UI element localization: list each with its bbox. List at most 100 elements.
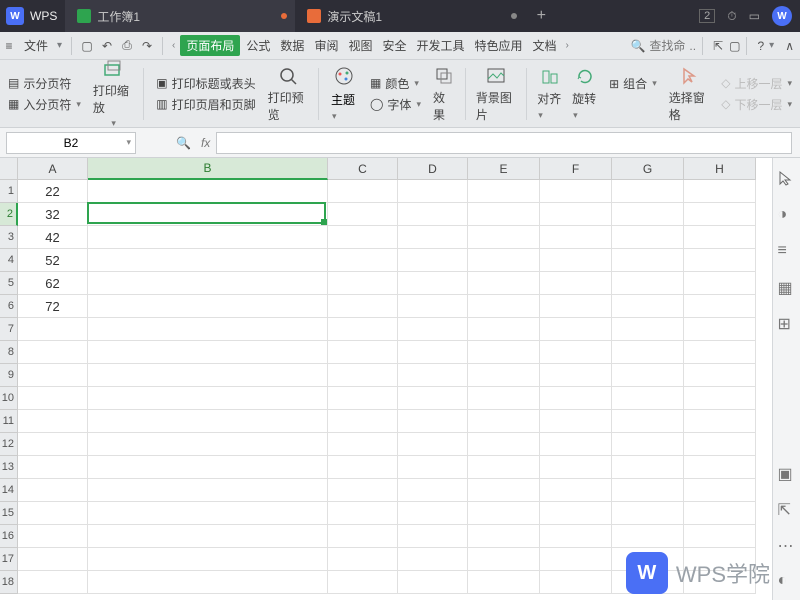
cell[interactable] [328, 479, 398, 502]
cell[interactable] [468, 548, 540, 571]
formula-input[interactable] [216, 132, 792, 154]
cell[interactable] [612, 341, 684, 364]
fx-preview-icon[interactable]: 🔍 [176, 136, 191, 150]
cell[interactable] [398, 364, 468, 387]
print-icon[interactable]: ⎙ [118, 37, 136, 55]
cell[interactable] [612, 387, 684, 410]
cell[interactable] [398, 341, 468, 364]
redo-icon[interactable]: ↷ [138, 37, 156, 55]
menu-security[interactable]: 安全 [378, 35, 410, 56]
box-icon[interactable]: ▢ [729, 39, 740, 53]
cell[interactable] [540, 249, 612, 272]
row-header-8[interactable]: 8 [0, 341, 18, 364]
cell[interactable] [398, 410, 468, 433]
cell[interactable] [540, 410, 612, 433]
cell[interactable] [540, 364, 612, 387]
cell[interactable] [612, 295, 684, 318]
cell[interactable] [540, 203, 612, 226]
cell[interactable] [684, 295, 756, 318]
gallery-icon[interactable]: ▣ [778, 464, 796, 482]
cell[interactable] [88, 456, 328, 479]
fonts-button[interactable]: ◯字体▾ [370, 96, 421, 113]
cell[interactable] [468, 203, 540, 226]
rotate-button[interactable]: 旋转▾ [570, 66, 599, 121]
menu-devtools[interactable]: 开发工具 [412, 35, 468, 56]
cell[interactable] [328, 571, 398, 594]
row-header-5[interactable]: 5 [0, 272, 18, 295]
cell[interactable] [684, 548, 756, 571]
row-header-7[interactable]: 7 [0, 318, 18, 341]
row-header-10[interactable]: 10 [0, 387, 18, 410]
row-header-18[interactable]: 18 [0, 571, 18, 594]
cell[interactable] [18, 502, 88, 525]
cell[interactable] [18, 318, 88, 341]
selection-pane-button[interactable]: 选择窗格 [667, 65, 712, 123]
cell[interactable] [328, 318, 398, 341]
col-header-A[interactable]: A [18, 158, 88, 180]
cell[interactable] [18, 525, 88, 548]
cell[interactable] [328, 456, 398, 479]
row-header-16[interactable]: 16 [0, 525, 18, 548]
export-icon[interactable]: ⇱ [778, 500, 796, 518]
col-header-C[interactable]: C [328, 158, 398, 180]
chevron-left-icon[interactable]: ‹ [169, 40, 178, 51]
cell[interactable] [328, 410, 398, 433]
cell[interactable] [88, 502, 328, 525]
cell[interactable]: 72 [18, 295, 88, 318]
theme-button[interactable]: 主题▾ [327, 65, 360, 122]
cell[interactable] [18, 479, 88, 502]
cell[interactable] [468, 249, 540, 272]
cell[interactable] [468, 456, 540, 479]
cell[interactable] [328, 433, 398, 456]
cell[interactable] [684, 502, 756, 525]
cell[interactable] [398, 548, 468, 571]
window-counter[interactable]: 2 [699, 9, 715, 23]
cell[interactable] [468, 410, 540, 433]
menu-view[interactable]: 视图 [344, 35, 376, 56]
cell[interactable] [684, 571, 756, 594]
cell[interactable] [540, 318, 612, 341]
cell[interactable] [88, 203, 328, 226]
cell[interactable] [468, 433, 540, 456]
row-header-6[interactable]: 6 [0, 295, 18, 318]
cursor-icon[interactable] [778, 170, 796, 188]
cell[interactable] [328, 249, 398, 272]
print-titles-button[interactable]: ▣打印标题或表头 [156, 75, 255, 92]
cell[interactable]: 62 [18, 272, 88, 295]
cell[interactable] [398, 525, 468, 548]
cell[interactable] [540, 479, 612, 502]
cell[interactable] [398, 226, 468, 249]
cell[interactable] [540, 341, 612, 364]
cell[interactable] [88, 249, 328, 272]
cell[interactable] [398, 479, 468, 502]
cell[interactable] [684, 249, 756, 272]
cell[interactable] [328, 203, 398, 226]
cell[interactable] [540, 548, 612, 571]
fx-label[interactable]: fx [201, 136, 210, 150]
cell[interactable] [684, 364, 756, 387]
cell[interactable] [468, 318, 540, 341]
cell[interactable] [398, 387, 468, 410]
cell[interactable] [398, 433, 468, 456]
cell[interactable] [398, 203, 468, 226]
row-headers[interactable]: 123456789101112131415161718 [0, 180, 18, 594]
cell[interactable] [88, 318, 328, 341]
cell[interactable] [540, 456, 612, 479]
cell[interactable] [468, 502, 540, 525]
cell[interactable] [328, 295, 398, 318]
cell[interactable] [540, 433, 612, 456]
print-header-footer-button[interactable]: ▥打印页眉和页脚 [156, 96, 255, 113]
group-button[interactable]: ⊞组合▾ [609, 75, 657, 92]
cell[interactable] [468, 295, 540, 318]
menu-file[interactable]: 文件 [20, 35, 52, 56]
cell[interactable] [612, 548, 684, 571]
new-tab-button[interactable]: + [525, 7, 557, 25]
cell[interactable] [612, 410, 684, 433]
cell[interactable] [468, 341, 540, 364]
menu-data[interactable]: 数据 [276, 35, 308, 56]
chevron-down-icon[interactable]: ▾ [766, 40, 777, 51]
menu-formula[interactable]: 公式 [242, 35, 274, 56]
show-pagebreak-button[interactable]: ▤示分页符 [8, 75, 81, 92]
menu-pagelayout[interactable]: 页面布局 [180, 35, 240, 56]
cell[interactable] [684, 410, 756, 433]
